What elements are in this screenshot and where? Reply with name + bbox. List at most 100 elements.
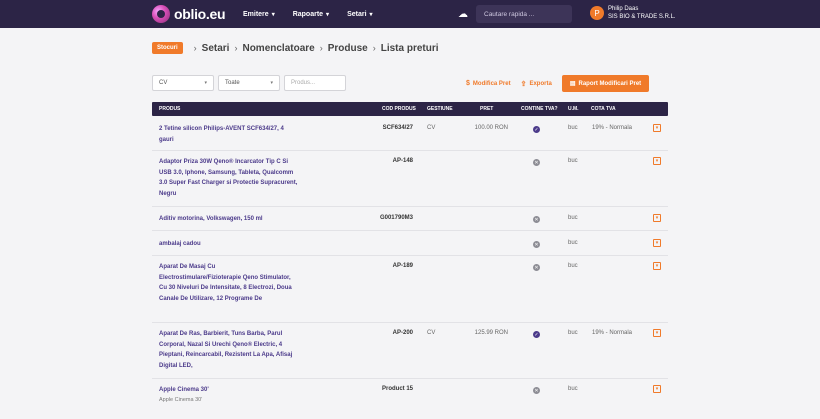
product-code: SCF634/27: [382, 125, 413, 131]
user-company: SIS BIO & TRADE S.R.L.: [608, 14, 676, 20]
check-icon: ✓: [533, 126, 540, 133]
table-row[interactable]: 2 Tetine silicon Philips-AVENT SCF634/27…: [152, 116, 668, 151]
price-change-report-button[interactable]: ▤ Raport Modificari Pret: [561, 75, 650, 92]
cross-icon: ✕: [533, 216, 540, 223]
header-code[interactable]: COD PRODUS: [382, 106, 416, 112]
product-code: AP-189: [392, 263, 413, 269]
main-nav: Emitere ▾ Rapoarte ▾ Setari ▾: [243, 0, 391, 28]
nav-item-rapoarte[interactable]: Rapoarte ▾: [293, 11, 329, 18]
currency-select[interactable]: CV ▾: [152, 75, 214, 91]
breadcrumb-separator-icon: ›: [372, 43, 376, 53]
report-label: Raport Modificari Pret: [578, 80, 642, 87]
search-input[interactable]: Cautare rapida ...: [476, 5, 572, 23]
breadcrumb-item-produse[interactable]: Produse: [328, 43, 368, 54]
breadcrumb-item-setari[interactable]: Setari: [202, 43, 230, 54]
product-code: AP-200: [392, 330, 413, 336]
type-select-value: Toate: [225, 80, 240, 86]
header-unit[interactable]: U.M.: [568, 106, 579, 112]
modify-price-button[interactable]: $ Modifica Pret: [466, 80, 511, 87]
product-unit: buc: [568, 263, 578, 269]
product-code: Product 15: [381, 386, 413, 392]
table-row[interactable]: Aparat De Ras, Barbierit, Tuns Barba, Pa…: [152, 323, 668, 379]
table-row[interactable]: Adaptor Priza 30W Qeno® Incarcator Tip C…: [152, 151, 668, 207]
header-vat-rate[interactable]: COTA TVA: [591, 106, 616, 112]
nav-label: Emitere: [243, 10, 269, 18]
breadcrumb-badge-stocuri[interactable]: Stocuri: [152, 42, 183, 54]
breadcrumb-separator-icon: ›: [234, 43, 238, 53]
table-row[interactable]: ambalaj cadou ✕ buc ▾: [152, 231, 668, 256]
document-icon: ▤: [569, 81, 576, 87]
avatar: P: [590, 6, 604, 20]
product-unit: buc: [568, 240, 578, 246]
breadcrumb: Stocuri › Setari › Nomenclatoare › Produ…: [152, 42, 439, 54]
table-row[interactable]: Aparat De Masaj Cu Electrostimulare/Fizi…: [152, 256, 668, 323]
table-row[interactable]: Apple Cinema 30' Apple Cinema 30' Produc…: [152, 379, 668, 419]
product-unit: buc: [568, 215, 578, 221]
cross-icon: ✕: [533, 387, 540, 394]
logo-mark-icon: [152, 5, 170, 23]
chevron-down-icon: ▾: [270, 80, 273, 86]
nav-label: Setari: [347, 10, 367, 18]
nav-item-setari[interactable]: Setari ▾: [347, 11, 372, 18]
product-name[interactable]: Aparat De Ras, Barbierit, Tuns Barba, Pa…: [159, 329, 299, 371]
header-management[interactable]: GESTIUNE: [427, 106, 453, 112]
breadcrumb-item-nomenclatoare[interactable]: Nomenclatoare: [242, 43, 314, 54]
nav-item-emitere[interactable]: Emitere ▾: [243, 11, 275, 18]
cross-icon: ✕: [533, 264, 540, 271]
product-name[interactable]: Apple Cinema 30': [159, 385, 299, 396]
currency-select-value: CV: [159, 80, 168, 86]
product-unit: buc: [568, 158, 578, 164]
nav-label: Rapoarte: [292, 10, 324, 18]
product-search-input[interactable]: Produs...: [284, 75, 346, 91]
dollar-icon: $: [466, 80, 470, 87]
user-menu[interactable]: P Philip Daas SIS BIO & TRADE S.R.L.: [590, 5, 676, 21]
chevron-down-icon: ▾: [271, 11, 275, 18]
expand-row-icon[interactable]: ▾: [653, 239, 661, 247]
product-name[interactable]: ambalaj cadou: [159, 239, 299, 250]
product-unit: buc: [568, 125, 578, 131]
product-vat-rate: 19% - Normala: [592, 125, 633, 131]
chevron-down-icon: ▾: [204, 80, 207, 86]
breadcrumb-separator-icon: ›: [319, 43, 323, 53]
expand-row-icon[interactable]: ▾: [653, 262, 661, 270]
logo-text: oblio.eu: [174, 6, 226, 22]
product-note: Apple Cinema 30': [159, 397, 203, 403]
expand-row-icon[interactable]: ▾: [653, 157, 661, 165]
top-navigation-bar: oblio.eu Emitere ▾ Rapoarte ▾ Setari ▾ ☁ Ca…: [0, 0, 820, 28]
export-label: Exporta: [529, 80, 552, 87]
chevron-down-icon: ▾: [369, 11, 373, 18]
product-code: G001790M3: [379, 215, 413, 221]
product-name[interactable]: 2 Tetine silicon Philips-AVENT SCF634/27…: [159, 124, 299, 145]
filters-bar: CV ▾ Toate ▾ Produs...: [152, 75, 346, 91]
expand-row-icon[interactable]: ▾: [653, 329, 661, 337]
price-list-table: PRODUS COD PRODUS GESTIUNE PRET CONTINE …: [152, 102, 668, 419]
user-name: Philip Daas: [608, 6, 639, 12]
check-icon: ✓: [533, 331, 540, 338]
product-management: CV: [427, 125, 436, 131]
table-row[interactable]: Aditiv motorina, Volkswagen, 150 ml G001…: [152, 207, 668, 231]
expand-row-icon[interactable]: ▾: [653, 214, 661, 222]
type-select[interactable]: Toate ▾: [218, 75, 280, 91]
header-price[interactable]: PRET: [480, 106, 493, 112]
actions-bar: $ Modifica Pret ⇪ Exporta ▤ Raport Modifica…: [466, 75, 650, 92]
logo[interactable]: oblio.eu: [152, 5, 226, 23]
product-unit: buc: [568, 386, 578, 392]
product-code: AP-148: [392, 158, 413, 164]
cross-icon: ✕: [533, 159, 540, 166]
expand-row-icon[interactable]: ▾: [653, 124, 661, 132]
table-header: PRODUS COD PRODUS GESTIUNE PRET CONTINE …: [152, 102, 668, 116]
product-price: 125.99 RON: [474, 330, 508, 336]
header-vat-included[interactable]: CONTINE TVA?: [521, 106, 558, 112]
export-button[interactable]: ⇪ Exporta: [521, 80, 552, 88]
product-name[interactable]: Aditiv motorina, Volkswagen, 150 ml: [159, 214, 299, 225]
product-name[interactable]: Adaptor Priza 30W Qeno® Incarcator Tip C…: [159, 157, 299, 199]
upload-icon: ⇪: [520, 80, 527, 88]
product-name[interactable]: Aparat De Masaj Cu Electrostimulare/Fizi…: [159, 262, 299, 304]
expand-row-icon[interactable]: ▾: [653, 385, 661, 393]
product-vat-rate: 19% - Normala: [592, 330, 633, 336]
cloud-icon[interactable]: ☁: [458, 9, 468, 20]
breadcrumb-separator-icon: ›: [193, 43, 197, 53]
cross-icon: ✕: [533, 241, 540, 248]
product-price: 100.00 RON: [474, 125, 508, 131]
header-product[interactable]: PRODUS: [159, 106, 180, 112]
